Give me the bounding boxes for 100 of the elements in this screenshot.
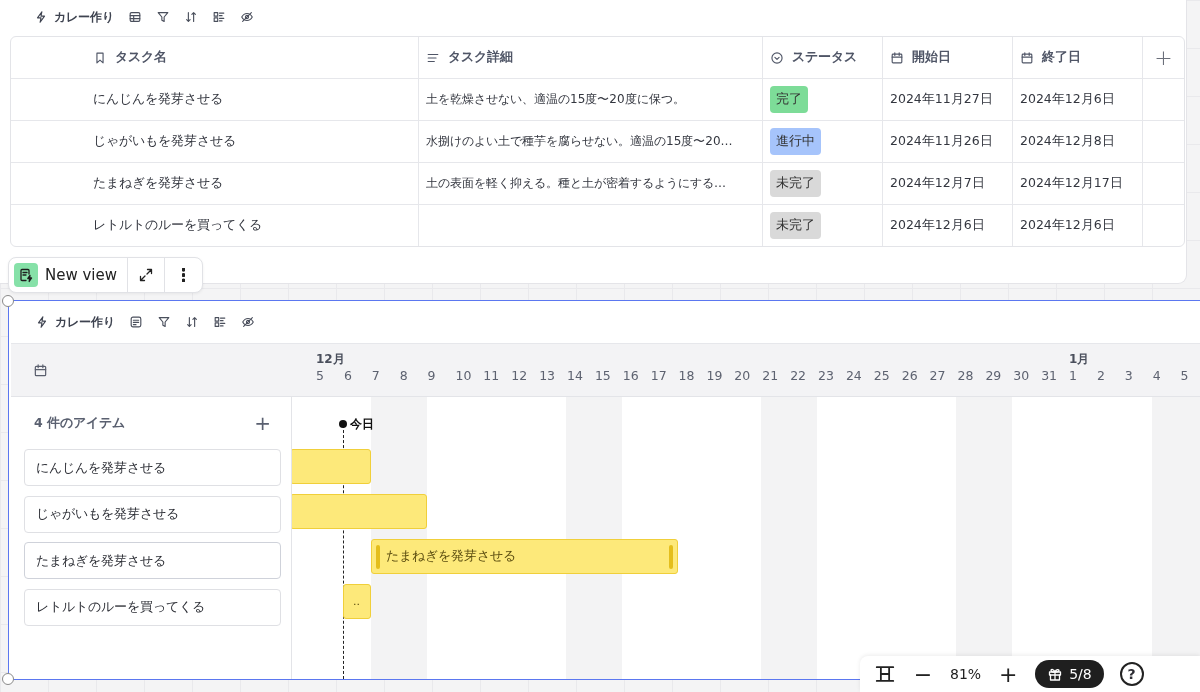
group-icon[interactable] xyxy=(213,315,227,329)
day-label: 5 xyxy=(1180,368,1190,383)
item-card[interactable]: レトルトのルーを買ってくる xyxy=(24,588,281,626)
status-badge: 進行中 xyxy=(770,128,821,155)
bar-label: .. xyxy=(351,595,360,608)
item-count: 4 件のアイテム xyxy=(34,414,126,432)
day-label: 19 xyxy=(706,368,724,383)
chevron-circle-icon xyxy=(770,50,784,65)
calendar-icon xyxy=(1020,50,1034,65)
add-column-button[interactable]: + xyxy=(1154,45,1173,70)
column-header[interactable]: 終了日 xyxy=(1013,37,1143,78)
table-icon[interactable] xyxy=(128,10,142,24)
gift-icon xyxy=(1047,666,1064,682)
day-label: 1 xyxy=(1069,368,1078,383)
more-icon xyxy=(182,268,186,282)
hide-icon[interactable] xyxy=(240,10,254,24)
month-label: 1月 xyxy=(1069,351,1091,368)
view-title-button[interactable]: カレー作り xyxy=(34,8,114,26)
day-label: 4 xyxy=(1152,368,1162,383)
timeline-bar[interactable]: .. xyxy=(342,584,371,619)
day-label: 3 xyxy=(1124,368,1134,383)
day-label: 28 xyxy=(957,368,975,383)
table-cell: 2024年12月17日 xyxy=(1020,175,1123,192)
day-label: 27 xyxy=(929,368,947,383)
day-label: 20 xyxy=(734,368,752,383)
day-label: 6 xyxy=(343,368,353,383)
day-label: 14 xyxy=(567,368,584,383)
day-label: 26 xyxy=(901,368,919,383)
table-cell: 2024年12月6日 xyxy=(1020,217,1115,234)
column-header[interactable]: タスク名 xyxy=(86,37,419,78)
zoom-in-button[interactable]: + xyxy=(997,661,1020,687)
day-label: 15 xyxy=(594,368,612,383)
item-card[interactable]: じゃがいもを発芽させる xyxy=(24,495,281,533)
day-label: 10 xyxy=(455,368,473,383)
day-label: 23 xyxy=(818,368,835,383)
day-label: 31 xyxy=(1041,368,1059,383)
day-label: 2 xyxy=(1096,368,1106,383)
day-label: 12 xyxy=(511,368,529,383)
day-label: 25 xyxy=(873,368,891,383)
item-card[interactable]: たまねぎを発芽させる xyxy=(24,542,281,579)
table-cell: 2024年11月27日 xyxy=(890,91,993,108)
status-badge: 完了 xyxy=(770,86,808,113)
item-card[interactable]: にんじんを発芽させる xyxy=(24,449,281,486)
day-label: 18 xyxy=(678,368,696,383)
today-label: 今日 xyxy=(349,416,374,433)
document-icon[interactable] xyxy=(129,315,143,329)
add-item-button[interactable]: + xyxy=(254,411,271,435)
zoom-out-button[interactable]: − xyxy=(912,661,934,687)
resize-handle[interactable] xyxy=(2,295,14,307)
lightning-icon xyxy=(34,10,48,24)
gift-button[interactable]: 5/8 xyxy=(1035,660,1104,688)
resize-grip[interactable] xyxy=(668,544,673,569)
status-badge: 未完了 xyxy=(770,212,821,239)
table-cell: 2024年12月8日 xyxy=(1020,133,1115,150)
column-header[interactable]: ステータス xyxy=(763,37,883,78)
group-icon[interactable] xyxy=(212,10,226,24)
day-label: 30 xyxy=(1013,368,1031,383)
table-cell: 土を乾燥させない、適温の15度〜20度に保つ。 xyxy=(426,91,685,108)
today-marker-dot xyxy=(338,420,347,428)
table-cell: 2024年11月26日 xyxy=(890,133,993,150)
table-cell: 2024年12月7日 xyxy=(890,175,985,192)
table-cell: 2024年12月6日 xyxy=(890,217,985,234)
day-label: 8 xyxy=(399,368,409,383)
view-title-button[interactable]: カレー作り xyxy=(35,313,115,331)
day-label: 17 xyxy=(650,368,668,383)
filter-icon[interactable] xyxy=(157,315,171,329)
month-label: 12月 xyxy=(316,351,343,368)
bookmark-icon xyxy=(93,50,107,65)
table-cell: レトルトのルーを買ってくる xyxy=(93,217,262,234)
table-cell: たまねぎを発芽させる xyxy=(93,175,223,192)
timeline-bar[interactable]: たまねぎを発芽させる xyxy=(370,539,678,574)
calendar-icon xyxy=(890,50,904,65)
lightning-icon xyxy=(35,315,49,329)
day-label: 29 xyxy=(985,368,1003,383)
table-cell: 2024年12月6日 xyxy=(1020,91,1115,108)
calendar-icon[interactable] xyxy=(33,362,48,378)
day-label: 13 xyxy=(539,368,557,383)
new-view-button[interactable]: New view xyxy=(9,258,129,292)
resize-grip[interactable] xyxy=(375,544,380,569)
column-header[interactable]: 開始日 xyxy=(883,37,1013,78)
zoom-level: 81% xyxy=(950,666,982,682)
resize-handle[interactable] xyxy=(2,673,14,685)
table-cell: じゃがいもを発芽させる xyxy=(93,133,236,150)
day-label: 5 xyxy=(316,368,325,383)
day-label: 9 xyxy=(427,368,437,383)
fit-to-screen-icon[interactable] xyxy=(874,663,896,685)
day-label: 16 xyxy=(622,368,640,383)
expand-icon xyxy=(138,267,155,283)
day-label: 7 xyxy=(371,368,381,383)
sort-icon[interactable] xyxy=(185,315,199,329)
filter-icon[interactable] xyxy=(156,10,170,24)
day-label: 24 xyxy=(845,368,863,383)
table-cell: にんじんを発芽させる xyxy=(93,91,223,108)
help-button[interactable]: ? xyxy=(1119,662,1144,686)
table-cell: 土の表面を軽く抑える。種と土が密着するようにする… xyxy=(426,175,726,192)
hide-icon[interactable] xyxy=(241,315,255,329)
table-cell: 水捌けのよい土で種芋を腐らせない。適温の15度〜20… xyxy=(426,133,733,150)
day-label: 22 xyxy=(790,368,808,383)
sort-icon[interactable] xyxy=(184,10,198,24)
column-header[interactable]: タスク詳細 xyxy=(419,37,763,78)
